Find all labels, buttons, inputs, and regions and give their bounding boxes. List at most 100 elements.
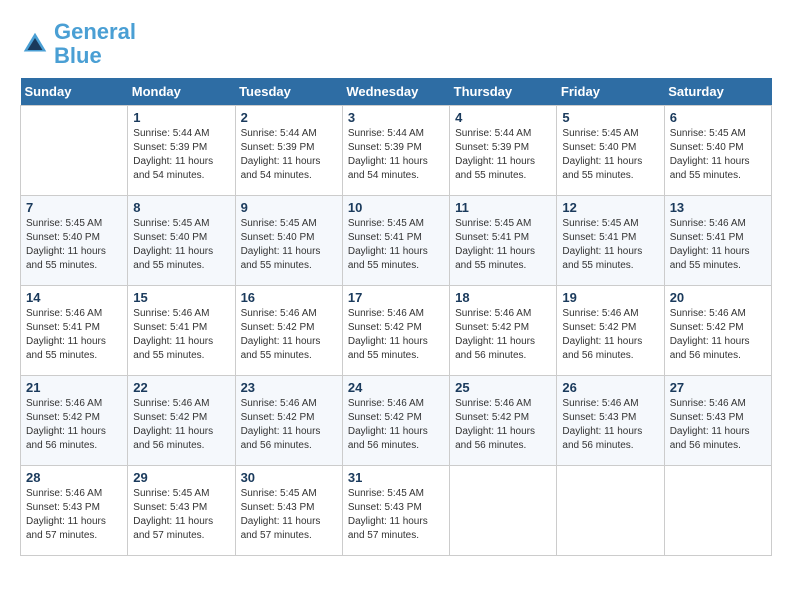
weekday-header-thursday: Thursday [450,78,557,106]
day-info: Sunrise: 5:45 AM Sunset: 5:41 PM Dayligh… [455,217,551,273]
day-number: 25 [455,380,551,395]
day-number: 22 [133,380,229,395]
calendar-cell: 11 Sunrise: 5:45 AM Sunset: 5:41 PM Dayli… [450,196,557,286]
calendar-cell: 22 Sunrise: 5:46 AM Sunset: 5:42 PM Dayli… [128,376,235,466]
day-info: Sunrise: 5:45 AM Sunset: 5:40 PM Dayligh… [241,217,337,273]
calendar-cell: 30 Sunrise: 5:45 AM Sunset: 5:43 PM Dayli… [235,466,342,556]
day-number: 3 [348,110,444,125]
day-info: Sunrise: 5:46 AM Sunset: 5:43 PM Dayligh… [670,397,766,453]
day-info: Sunrise: 5:44 AM Sunset: 5:39 PM Dayligh… [348,127,444,183]
calendar-cell: 6Sunrise: 5:45 AM Sunset: 5:40 PM Daylig… [664,106,771,196]
day-info: Sunrise: 5:45 AM Sunset: 5:43 PM Dayligh… [348,487,444,543]
day-number: 20 [670,290,766,305]
day-info: Sunrise: 5:45 AM Sunset: 5:40 PM Dayligh… [133,217,229,273]
calendar-cell: 23 Sunrise: 5:46 AM Sunset: 5:42 PM Dayli… [235,376,342,466]
calendar-cell: 18 Sunrise: 5:46 AM Sunset: 5:42 PM Dayli… [450,286,557,376]
day-info: Sunrise: 5:45 AM Sunset: 5:40 PM Dayligh… [26,217,122,273]
calendar-cell: 25 Sunrise: 5:46 AM Sunset: 5:42 PM Dayli… [450,376,557,466]
calendar-cell: 5 Sunrise: 5:45 AM Sunset: 5:40 PM Daylig… [557,106,664,196]
day-number: 16 [241,290,337,305]
day-number: 18 [455,290,551,305]
calendar-cell [557,466,664,556]
day-info: Sunrise: 5:46 AM Sunset: 5:41 PM Dayligh… [133,307,229,363]
calendar-cell: 4Sunrise: 5:44 AM Sunset: 5:39 PM Daylig… [450,106,557,196]
weekday-header-wednesday: Wednesday [342,78,449,106]
day-info: Sunrise: 5:46 AM Sunset: 5:42 PM Dayligh… [562,307,658,363]
day-number: 15 [133,290,229,305]
day-number: 5 [562,110,658,125]
day-info: Sunrise: 5:45 AM Sunset: 5:43 PM Dayligh… [133,487,229,543]
day-number: 13 [670,200,766,215]
calendar-cell: 16 Sunrise: 5:46 AM Sunset: 5:42 PM Dayli… [235,286,342,376]
day-info: Sunrise: 5:44 AM Sunset: 5:39 PM Dayligh… [241,127,337,183]
calendar-cell [21,106,128,196]
calendar-cell: 29 Sunrise: 5:45 AM Sunset: 5:43 PM Dayli… [128,466,235,556]
page-header: General Blue [20,20,772,68]
day-number: 30 [241,470,337,485]
logo: General Blue [20,20,136,68]
calendar-cell: 3 Sunrise: 5:44 AM Sunset: 5:39 PM Daylig… [342,106,449,196]
day-number: 21 [26,380,122,395]
day-number: 14 [26,290,122,305]
calendar-cell: 14 Sunrise: 5:46 AM Sunset: 5:41 PM Dayli… [21,286,128,376]
calendar-cell: 7 Sunrise: 5:45 AM Sunset: 5:40 PM Daylig… [21,196,128,286]
day-info: Sunrise: 5:45 AM Sunset: 5:40 PM Dayligh… [562,127,658,183]
calendar-cell: 1Sunrise: 5:44 AM Sunset: 5:39 PM Daylig… [128,106,235,196]
weekday-header-tuesday: Tuesday [235,78,342,106]
calendar-cell: 17 Sunrise: 5:46 AM Sunset: 5:42 PM Dayli… [342,286,449,376]
day-number: 28 [26,470,122,485]
day-info: Sunrise: 5:46 AM Sunset: 5:41 PM Dayligh… [26,307,122,363]
logo-text: General Blue [54,20,136,68]
day-info: Sunrise: 5:45 AM Sunset: 5:41 PM Dayligh… [562,217,658,273]
day-number: 29 [133,470,229,485]
calendar-cell: 12 Sunrise: 5:45 AM Sunset: 5:41 PM Dayli… [557,196,664,286]
calendar-cell: 27 Sunrise: 5:46 AM Sunset: 5:43 PM Dayli… [664,376,771,466]
day-info: Sunrise: 5:44 AM Sunset: 5:39 PM Dayligh… [133,127,229,183]
calendar-cell: 19 Sunrise: 5:46 AM Sunset: 5:42 PM Dayli… [557,286,664,376]
day-info: Sunrise: 5:46 AM Sunset: 5:43 PM Dayligh… [562,397,658,453]
calendar-cell: 13 Sunrise: 5:46 AM Sunset: 5:41 PM Dayli… [664,196,771,286]
day-number: 17 [348,290,444,305]
day-number: 9 [241,200,337,215]
calendar-cell: 31 Sunrise: 5:45 AM Sunset: 5:43 PM Dayli… [342,466,449,556]
calendar-cell [450,466,557,556]
logo-icon [20,29,50,59]
calendar-cell: 9 Sunrise: 5:45 AM Sunset: 5:40 PM Daylig… [235,196,342,286]
day-number: 11 [455,200,551,215]
day-info: Sunrise: 5:46 AM Sunset: 5:42 PM Dayligh… [26,397,122,453]
day-number: 2 [241,110,337,125]
calendar-cell: 10 Sunrise: 5:45 AM Sunset: 5:41 PM Dayli… [342,196,449,286]
day-info: Sunrise: 5:45 AM Sunset: 5:41 PM Dayligh… [348,217,444,273]
day-info: Sunrise: 5:46 AM Sunset: 5:42 PM Dayligh… [348,397,444,453]
calendar-cell: 8Sunrise: 5:45 AM Sunset: 5:40 PM Daylig… [128,196,235,286]
day-number: 10 [348,200,444,215]
day-info: Sunrise: 5:44 AM Sunset: 5:39 PM Dayligh… [455,127,551,183]
weekday-header-friday: Friday [557,78,664,106]
day-info: Sunrise: 5:46 AM Sunset: 5:42 PM Dayligh… [133,397,229,453]
weekday-header-sunday: Sunday [21,78,128,106]
day-info: Sunrise: 5:46 AM Sunset: 5:43 PM Dayligh… [26,487,122,543]
calendar-cell [664,466,771,556]
day-info: Sunrise: 5:45 AM Sunset: 5:40 PM Dayligh… [670,127,766,183]
day-info: Sunrise: 5:46 AM Sunset: 5:41 PM Dayligh… [670,217,766,273]
day-info: Sunrise: 5:46 AM Sunset: 5:42 PM Dayligh… [455,397,551,453]
day-number: 23 [241,380,337,395]
calendar-cell: 15 Sunrise: 5:46 AM Sunset: 5:41 PM Dayli… [128,286,235,376]
day-number: 31 [348,470,444,485]
day-number: 7 [26,200,122,215]
day-info: Sunrise: 5:46 AM Sunset: 5:42 PM Dayligh… [241,397,337,453]
weekday-header-monday: Monday [128,78,235,106]
calendar-cell: 21 Sunrise: 5:46 AM Sunset: 5:42 PM Dayli… [21,376,128,466]
day-number: 19 [562,290,658,305]
day-number: 27 [670,380,766,395]
calendar-cell: 20Sunrise: 5:46 AM Sunset: 5:42 PM Dayli… [664,286,771,376]
calendar-cell: 2 Sunrise: 5:44 AM Sunset: 5:39 PM Daylig… [235,106,342,196]
calendar-cell: 26 Sunrise: 5:46 AM Sunset: 5:43 PM Dayli… [557,376,664,466]
weekday-header-saturday: Saturday [664,78,771,106]
day-number: 12 [562,200,658,215]
day-info: Sunrise: 5:46 AM Sunset: 5:42 PM Dayligh… [455,307,551,363]
day-info: Sunrise: 5:46 AM Sunset: 5:42 PM Dayligh… [348,307,444,363]
day-number: 26 [562,380,658,395]
day-info: Sunrise: 5:45 AM Sunset: 5:43 PM Dayligh… [241,487,337,543]
day-info: Sunrise: 5:46 AM Sunset: 5:42 PM Dayligh… [241,307,337,363]
